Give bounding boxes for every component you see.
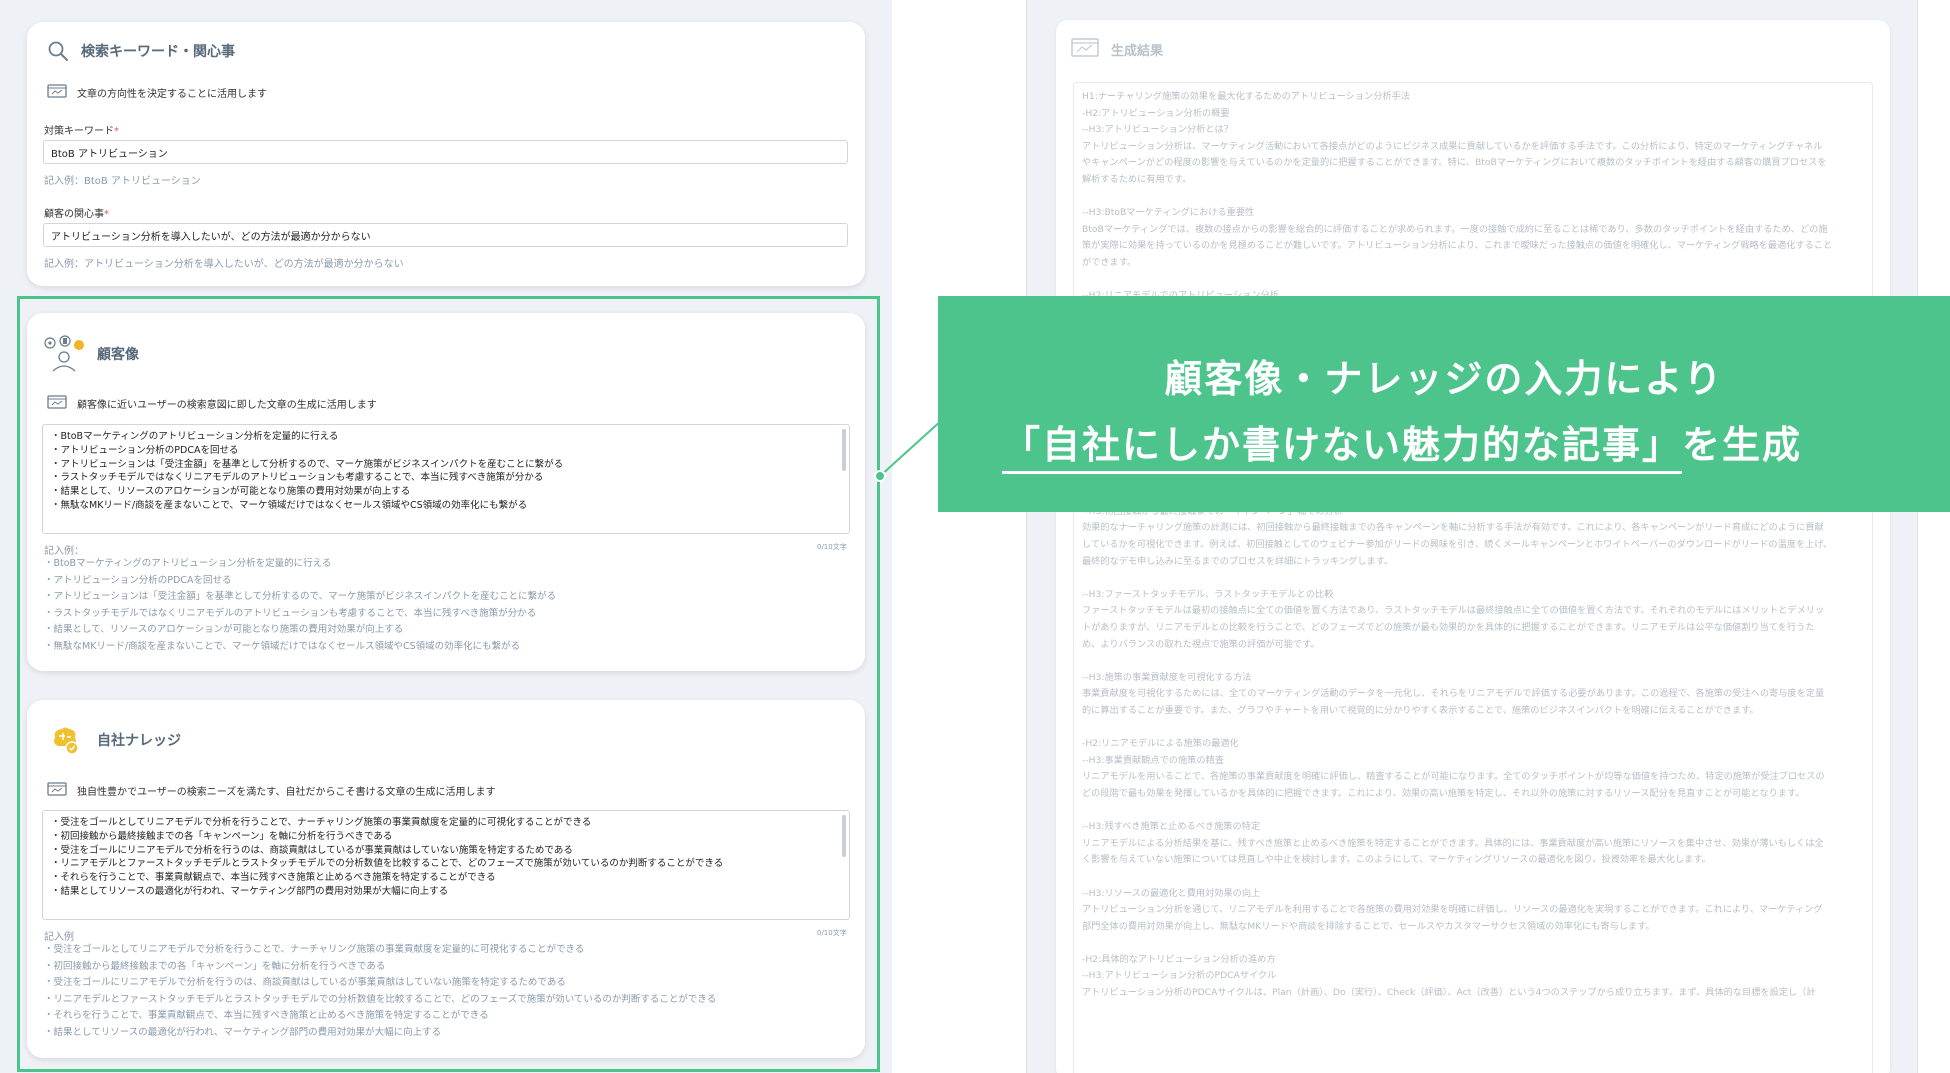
callout-line2-rest: を生成 (1682, 423, 1803, 467)
callout-banner: 顧客像・ナレッジの入力により 「自社にしか書けない魅力的な記事」を生成 (938, 296, 1950, 512)
callout-connector (879, 419, 943, 477)
callout-emphasis: 「自社にしか書けない魅力的な記事」 (1002, 423, 1683, 474)
callout-line1: 顧客像・ナレッジの入力により (1164, 357, 1724, 401)
callout-line2: 「自社にしか書けない魅力的な記事」を生成 (1002, 414, 1803, 474)
connector-dot (874, 470, 886, 482)
